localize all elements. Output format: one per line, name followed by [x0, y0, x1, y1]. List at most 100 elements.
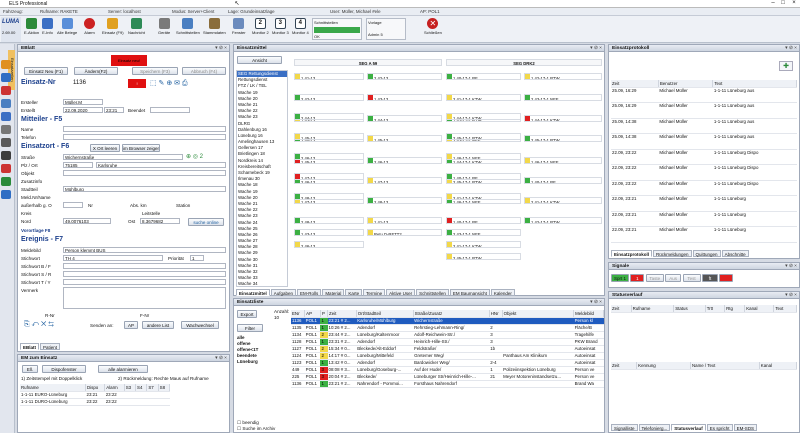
building-icon[interactable] [1, 138, 11, 147]
tab-telefonierg[interactable]: Telefonierg... [638, 424, 671, 431]
tab-kalender[interactable]: Kalender [490, 289, 515, 296]
unit-cell[interactable]: 1 40-17-1 RF [446, 73, 521, 80]
signal-ft[interactable]: ft [701, 274, 718, 282]
tab-material[interactable]: Material [322, 289, 345, 296]
tab-karte[interactable]: Karte [345, 289, 363, 296]
unit-cell[interactable]: 2 46-13 [294, 153, 364, 160]
objekt-field[interactable] [63, 170, 226, 176]
maximize-icon[interactable]: □ [778, 0, 788, 6]
ort-leeren-button[interactable]: X Ort leeren [90, 144, 120, 152]
wachwechsel-button[interactable]: Wachwechsel [181, 321, 219, 329]
filter-button[interactable]: Filter [237, 324, 263, 332]
tab-aufgaben[interactable]: Aufgaben [270, 289, 297, 296]
table-row[interactable]: 22.09, 23:22 Michael Müller 1-1-11 Lünebur… [611, 149, 797, 165]
alarm-button[interactable]: Alarm [84, 18, 95, 35]
unit-cell[interactable]: 1 43-13 [294, 229, 364, 236]
geraete-button[interactable]: Geräte [158, 18, 170, 35]
table-row[interactable]: 1135 POL1 1 10:26 # 2... Adendorf Rehrstieg-L… [291, 324, 604, 332]
unit-cell[interactable]: 1 46-17-1 NEF [446, 153, 521, 160]
unit-cell[interactable]: 2 41-17-1 KTW [446, 241, 521, 248]
unit-cell[interactable]: 1 40-17-1 RF [524, 177, 602, 184]
add-protokoll-icon[interactable]: ✚ [779, 61, 793, 71]
vermerk-field[interactable] [63, 287, 226, 309]
unit-cell[interactable]: 2 43-17-1 NEF [524, 94, 602, 101]
vehicle-icon[interactable] [1, 73, 11, 82]
tab-einsatzmittel[interactable]: Einsatzmittel [236, 289, 270, 296]
unit-cell[interactable]: 2 44-13 [367, 115, 442, 122]
einsatz-neu-button[interactable]: Einsatz Neu (F1) [24, 67, 68, 75]
schnittstellen-button[interactable]: Schnittstellen [176, 18, 200, 35]
unit-cell[interactable]: 1 44-17-1 KTW [524, 115, 602, 122]
alle-alarmieren-button[interactable]: alle alarmieren [98, 365, 148, 373]
speichern-button[interactable]: Speichern (F3) [132, 67, 178, 75]
geo-icon[interactable]: ⊕ ◎ 2 [186, 153, 203, 160]
aendern-button[interactable]: Ändern(F2) [74, 67, 118, 75]
minimize-icon[interactable]: – [768, 0, 778, 6]
unit-cell[interactable]: Retu D-RETT2 [367, 229, 442, 236]
unit-cell[interactable]: 2 45-17-1 RTW [524, 135, 602, 142]
unit-cell[interactable]: 2 41-17-1 KTW [524, 197, 602, 204]
name-field[interactable] [63, 126, 226, 132]
ausserhalb-field[interactable] [63, 202, 83, 208]
stammdaten-button[interactable]: Stammdaten [203, 18, 226, 35]
ell-button[interactable]: Ell. [22, 365, 38, 373]
alle-belege-button[interactable]: Alle Belege [57, 18, 77, 35]
tab-schnittstellen[interactable]: Schnittstellen [416, 289, 449, 296]
table-row[interactable]: 25.09, 16:29 Michael Müller 1-1-11 Lünebur… [611, 102, 797, 119]
filter-lueneburg[interactable]: Lüneburg [237, 359, 258, 365]
unit-cell[interactable]: 2 45-17-1 RTW [446, 253, 521, 260]
tab-eblatt[interactable]: EBlatt [20, 343, 40, 350]
fenster-button[interactable]: Fenster [232, 18, 246, 35]
table-row[interactable]: 22.09, 23:21 Michael Müller 1-1-11 Lünebur… [611, 226, 797, 243]
unit-cell[interactable]: 2 44-13 [294, 113, 364, 120]
unit-cell[interactable]: 1 42-17-1 RTW [524, 217, 602, 224]
ambulance-icon[interactable] [1, 112, 11, 121]
strasse-field[interactable]: Wichernstraße [63, 154, 183, 160]
globe-icon[interactable] [1, 190, 11, 199]
unit-cell[interactable]: 2 48-13 [294, 193, 364, 200]
table-row[interactable]: 22.09, 23:21 Michael Müller 1-1-11 Lünebur… [611, 195, 797, 212]
signal-taste[interactable]: Taste [645, 274, 664, 282]
tab-em-baumansicht[interactable]: EM Baumansicht [449, 289, 490, 296]
table-row[interactable]: 225 POL1 3 20:04 # 2... Bleckede/Lüneburger … [291, 373, 604, 381]
erstellt-date-field[interactable]: 22.09.2020 [63, 107, 103, 113]
tab-einsatzprotokoll[interactable]: Einsatzprotokoll [611, 250, 653, 257]
table-row[interactable]: 1123 POL1 1 13:42 # 0... Adendorf Bardowicker… [291, 359, 604, 367]
table-row[interactable]: 1124 POL1 2 14:17 # 0... Lüneburg/Mittefeld G… [291, 352, 604, 360]
beendet-field[interactable] [150, 107, 190, 113]
unit-cell[interactable]: 2 46-13 [294, 241, 364, 248]
tab-abschnitte[interactable]: Abschnitte [721, 250, 749, 257]
abbruch-button[interactable]: Abbruch (F4) [182, 67, 226, 75]
table-row[interactable]: 449 POL1 3 08:08 # 3... Lüneburg/Goseburg-..… [291, 366, 604, 374]
unit-cell[interactable]: 2 46-13 [367, 157, 442, 164]
tab-quittungen[interactable]: Quittungen [692, 250, 721, 257]
prioritaet-field[interactable]: 1 [190, 255, 204, 261]
andere-list-button[interactable]: andere List [142, 321, 174, 329]
ansicht-button[interactable]: Ansicht [237, 56, 282, 64]
toolbar-icons[interactable]: ⬚ ✎ ⊕ ✉ ⎙ [150, 79, 188, 88]
unit-cell[interactable]: 1 40-17-1 RF [446, 173, 521, 180]
signal-test[interactable]: Test [682, 274, 701, 282]
table-row[interactable]: 1134 POL1 2 23:44 # 2... Lüneburg/Kaltenmoor… [291, 331, 604, 339]
panel-controls[interactable]: ▾ ⊘ × [215, 45, 227, 52]
tab-patient[interactable]: Patient [40, 343, 61, 350]
dispofenster-button[interactable]: Dispofenster [42, 365, 86, 373]
meldebild-field[interactable]: Person klemmt BUS [63, 247, 226, 253]
close-icon[interactable]: × [789, 0, 799, 6]
unit-cell[interactable]: 1 47-13 [294, 173, 364, 180]
table-row[interactable]: 1128 POL1 1 23:31 # 2... Adendorf Heinrich-Hi… [291, 338, 604, 346]
table-row[interactable]: 22.09, 23:22 Michael Müller 1-1-11 Lünebur… [611, 164, 797, 181]
suche-online-button[interactable]: suche online [188, 218, 224, 226]
unit-cell[interactable]: 2 48-13 [367, 197, 442, 204]
signal-aus[interactable]: Aus [665, 274, 682, 282]
stichwort-field[interactable]: TH 4 [63, 255, 163, 261]
unit-cell[interactable]: 2 48-13 [294, 217, 364, 224]
table-row[interactable]: 1136 POL1 1 23:21 # 2... Karlsruhe/Mühlburg W… [291, 317, 604, 325]
plz-field[interactable]: 75185 [63, 162, 93, 168]
unit-cell[interactable]: 1 45-13 [294, 133, 364, 140]
monitor3-button[interactable]: 3 Monitor 3 [272, 18, 289, 35]
stichwort-s-field[interactable] [63, 271, 226, 277]
unit-cell[interactable]: 2 45-17-1 RTW [446, 133, 521, 140]
table-row[interactable]: 25.09, 14:38 Michael Müller 1-1-11 Lünebur… [611, 118, 797, 134]
table-row[interactable]: 22.09, 23:22 Michael Müller 1-1-11 Lünebur… [611, 180, 797, 196]
